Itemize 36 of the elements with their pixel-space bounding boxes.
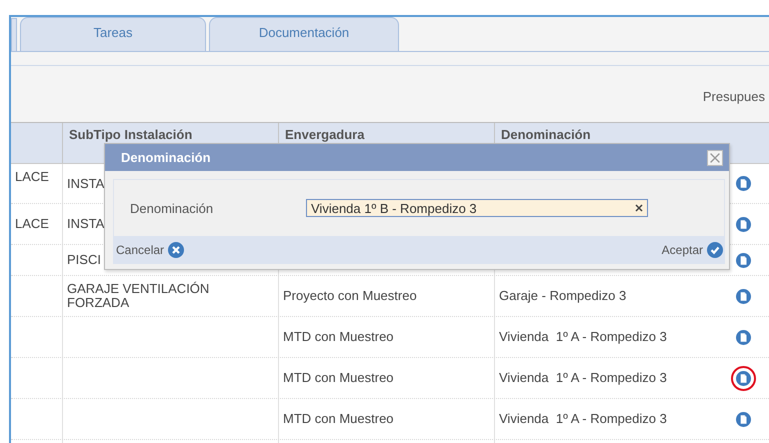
table-cell: Vivienda 1º A - Rompedizo 3 [499, 371, 667, 385]
field-label: Denominación [130, 200, 214, 216]
close-circle-icon [168, 242, 184, 258]
close-icon[interactable] [707, 150, 723, 166]
dialog-title: Denominación [121, 150, 211, 165]
clear-icon[interactable] [635, 204, 643, 212]
tab[interactable]: Documentación [209, 17, 399, 51]
table-cell: MTD con Muestreo [283, 371, 394, 385]
toolbar-label: Presupues [702, 88, 765, 104]
tab[interactable]: Tareas [20, 17, 206, 51]
table-cell: LACE [15, 217, 49, 231]
table-cell: INSTA [67, 217, 104, 231]
table-cell: PISCI [67, 253, 101, 267]
column-header: Denominación [501, 127, 591, 142]
column-header: Envergadura [285, 127, 364, 142]
document-icon[interactable] [736, 216, 751, 232]
table-cell: MTD con Muestreo [283, 330, 394, 344]
document-icon[interactable] [736, 176, 751, 191]
table-cell: MTD con Muestreo [283, 412, 394, 426]
document-icon[interactable] [736, 330, 751, 344]
document-icon[interactable] [736, 252, 751, 268]
table-cell: INSTA [67, 176, 104, 190]
document-icon[interactable] [736, 288, 751, 304]
column-header: SubTipo Instalación [69, 127, 192, 142]
table-cell: Garaje - Rompedizo 3 [499, 289, 626, 303]
table-cell: LACE [15, 170, 49, 184]
circled-document-icon[interactable] [731, 366, 756, 390]
input-field[interactable]: Vivienda 1º B - Rompedizo 3 [306, 199, 648, 217]
table-cell-text: GARAJE VENTILACIÓN FORZADA [67, 282, 210, 310]
document-icon[interactable] [736, 412, 751, 426]
table-cell: Proyecto con Muestreo [283, 289, 417, 303]
checkmark-icon [707, 242, 723, 258]
table-cell: Vivienda 1º A - Rompedizo 3 [499, 330, 667, 344]
accept-button[interactable]: Aceptar [662, 242, 723, 258]
table-cell: Vivienda 1º A - Rompedizo 3 [499, 412, 667, 426]
cancel-button[interactable]: Cancelar [116, 242, 184, 258]
